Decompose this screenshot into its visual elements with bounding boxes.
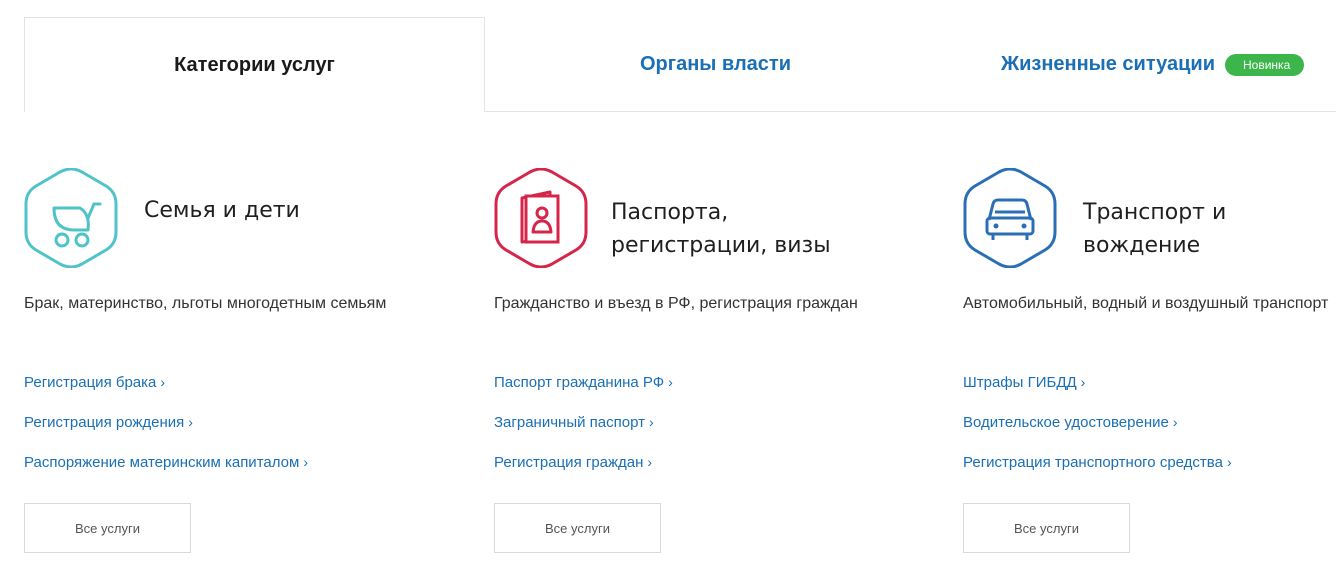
link-foreign-passport[interactable]: Заграничный паспорт ›: [494, 408, 673, 448]
link-label: Регистрация граждан: [494, 454, 644, 471]
all-services-button[interactable]: Все услуги: [24, 503, 191, 553]
all-services-button[interactable]: Все услуги: [494, 503, 661, 553]
link-label: Штрафы ГИБДД: [963, 374, 1077, 391]
category-title-line-1: Паспорта,: [611, 200, 729, 225]
link-vehicle-registration[interactable]: Регистрация транспортного средства ›: [963, 448, 1232, 488]
tab-label: Категории услуг: [174, 53, 335, 76]
category-links: Паспорт гражданина РФ › Заграничный паспо…: [494, 368, 673, 488]
category-header[interactable]: Транспорт и вождение: [963, 168, 1336, 268]
category-title: Транспорт и вождение: [1083, 196, 1226, 262]
link-driver-license[interactable]: Водительское удостоверение ›: [963, 408, 1232, 448]
all-services-button[interactable]: Все услуги: [963, 503, 1130, 553]
category-title: Семья и дети: [144, 194, 300, 227]
link-label: Регистрация брака: [24, 374, 157, 391]
chevron-right-icon: ›: [188, 414, 193, 430]
link-label: Распоряжение материнским капиталом: [24, 454, 300, 471]
tab-service-categories[interactable]: Категории услуг: [24, 17, 485, 112]
link-label: Водительское удостоверение: [963, 414, 1169, 431]
chevron-right-icon: ›: [1172, 414, 1178, 430]
category-header[interactable]: Паспорта, регистрации, визы: [494, 168, 934, 268]
tab-life-situations[interactable]: Жизненные ситуации Новинка: [946, 17, 1336, 112]
category-family: Семья и дети Брак, материнство, льготы м…: [24, 168, 464, 553]
car-icon: [963, 168, 1057, 268]
chevron-right-icon: ›: [1080, 374, 1086, 390]
link-birth-registration[interactable]: Регистрация рождения ›: [24, 408, 308, 448]
chevron-right-icon: ›: [647, 454, 653, 470]
link-russian-passport[interactable]: Паспорт гражданина РФ ›: [494, 368, 673, 408]
chevron-right-icon: ›: [668, 374, 673, 390]
chevron-right-icon: ›: [648, 414, 654, 430]
category-title: Паспорта, регистрации, визы: [611, 196, 831, 262]
link-citizen-registration[interactable]: Регистрация граждан ›: [494, 448, 673, 488]
chevron-right-icon: ›: [303, 454, 308, 470]
link-label: Заграничный паспорт: [494, 414, 645, 431]
link-marriage-registration[interactable]: Регистрация брака ›: [24, 368, 308, 408]
baby-stroller-icon: [24, 168, 118, 268]
link-label: Регистрация транспортного средства: [963, 454, 1223, 471]
category-description: Гражданство и въезд в РФ, регистрация гр…: [494, 295, 858, 312]
category-title-line-2: вождение: [1083, 233, 1201, 258]
category-tabs: Категории услуг Органы власти Жизненные …: [0, 0, 1336, 112]
category-description: Брак, материнство, льготы многодетным се…: [24, 295, 387, 312]
link-traffic-fines[interactable]: Штрафы ГИБДД ›: [963, 368, 1232, 408]
category-title-line-2: регистрации, визы: [611, 233, 831, 258]
new-badge: Новинка: [1225, 53, 1305, 76]
tab-authorities[interactable]: Органы власти: [485, 17, 946, 112]
category-links: Штрафы ГИБДД › Водительское удостоверение…: [963, 368, 1232, 488]
category-title-line-1: Семья и дети: [144, 198, 300, 223]
passport-icon: [494, 168, 588, 268]
tab-label: Органы власти: [639, 53, 791, 75]
link-label: Регистрация рождения: [24, 414, 185, 431]
category-transport: Транспорт и вождение Автомобильный, водн…: [963, 168, 1336, 553]
tab-label: Жизненные ситуации: [1001, 53, 1216, 75]
category-passports: Паспорта, регистрации, визы Гражданство …: [494, 168, 934, 553]
chevron-right-icon: ›: [160, 374, 166, 390]
chevron-right-icon: ›: [1226, 454, 1232, 470]
category-description: Автомобильный, водный и воздушный трансп…: [963, 295, 1329, 312]
category-title-line-1: Транспорт и: [1083, 200, 1227, 225]
category-links: Регистрация брака › Регистрация рождения ›…: [24, 368, 308, 488]
category-header[interactable]: Семья и дети: [24, 168, 464, 268]
link-maternity-capital[interactable]: Распоряжение материнским капиталом ›: [24, 448, 308, 488]
link-label: Паспорт гражданина РФ: [494, 374, 665, 391]
